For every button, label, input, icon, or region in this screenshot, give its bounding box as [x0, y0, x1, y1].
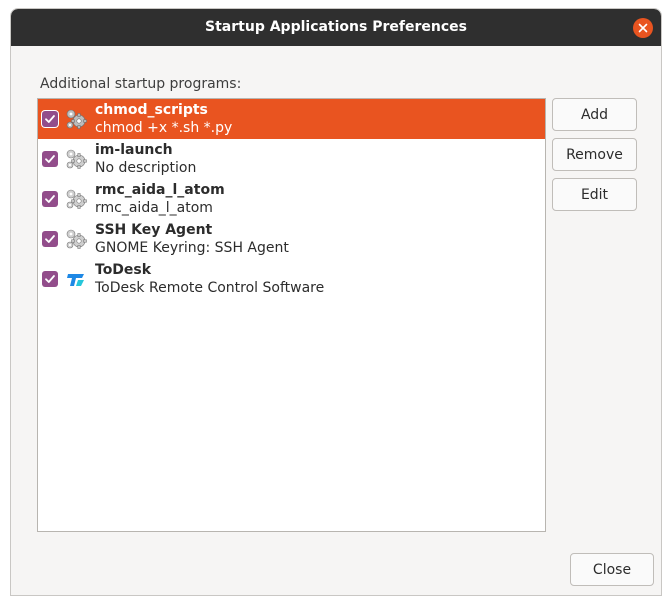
checkmark-icon: [45, 155, 55, 163]
list-item[interactable]: SSH Key Agent GNOME Keyring: SSH Agent: [38, 219, 545, 259]
enable-checkbox[interactable]: [42, 191, 58, 207]
startup-applications-window: Startup Applications Preferences Additio…: [10, 8, 662, 596]
checkmark-icon: [45, 195, 55, 203]
enable-checkbox[interactable]: [42, 231, 58, 247]
window-title: Startup Applications Preferences: [205, 19, 467, 35]
list-item[interactable]: chmod_scripts chmod +x *.sh *.py: [38, 99, 545, 139]
gears-icon: [66, 189, 87, 209]
list-item[interactable]: im-launch No description: [38, 139, 545, 179]
program-name: im-launch: [95, 142, 173, 158]
enable-checkbox[interactable]: [42, 151, 58, 167]
checkmark-icon: [45, 115, 55, 123]
program-name: rmc_aida_l_atom: [95, 182, 225, 198]
gears-icon: [66, 229, 87, 249]
program-name: ToDesk: [95, 262, 152, 278]
program-description: No description: [95, 160, 197, 176]
enable-checkbox[interactable]: [42, 111, 58, 127]
remove-button[interactable]: Remove: [552, 138, 637, 171]
section-label: Additional startup programs:: [40, 76, 242, 92]
checkmark-icon: [45, 275, 55, 283]
close-icon: [638, 23, 648, 33]
checkmark-icon: [45, 235, 55, 243]
program-description: ToDesk Remote Control Software: [95, 280, 325, 296]
edit-button[interactable]: Edit: [552, 178, 637, 211]
list-item[interactable]: rmc_aida_l_atom rmc_aida_l_atom: [38, 179, 545, 219]
add-button[interactable]: Add: [552, 98, 637, 131]
list-item[interactable]: ToDesk ToDesk Remote Control Software: [38, 259, 545, 299]
program-name: SSH Key Agent: [95, 222, 213, 238]
program-name: chmod_scripts: [95, 102, 208, 118]
enable-checkbox[interactable]: [42, 271, 58, 287]
gears-icon: [66, 109, 87, 129]
window-close-button[interactable]: [633, 18, 653, 38]
close-button[interactable]: Close: [570, 553, 654, 586]
startup-programs-list[interactable]: chmod_scripts chmod +x *.sh *.py im-laun…: [37, 98, 546, 532]
title-bar[interactable]: Startup Applications Preferences: [11, 9, 661, 46]
program-description: GNOME Keyring: SSH Agent: [95, 240, 289, 256]
program-description: rmc_aida_l_atom: [95, 200, 213, 216]
todesk-icon: [67, 274, 84, 286]
program-description: chmod +x *.sh *.py: [95, 120, 233, 136]
gears-icon: [66, 149, 87, 169]
